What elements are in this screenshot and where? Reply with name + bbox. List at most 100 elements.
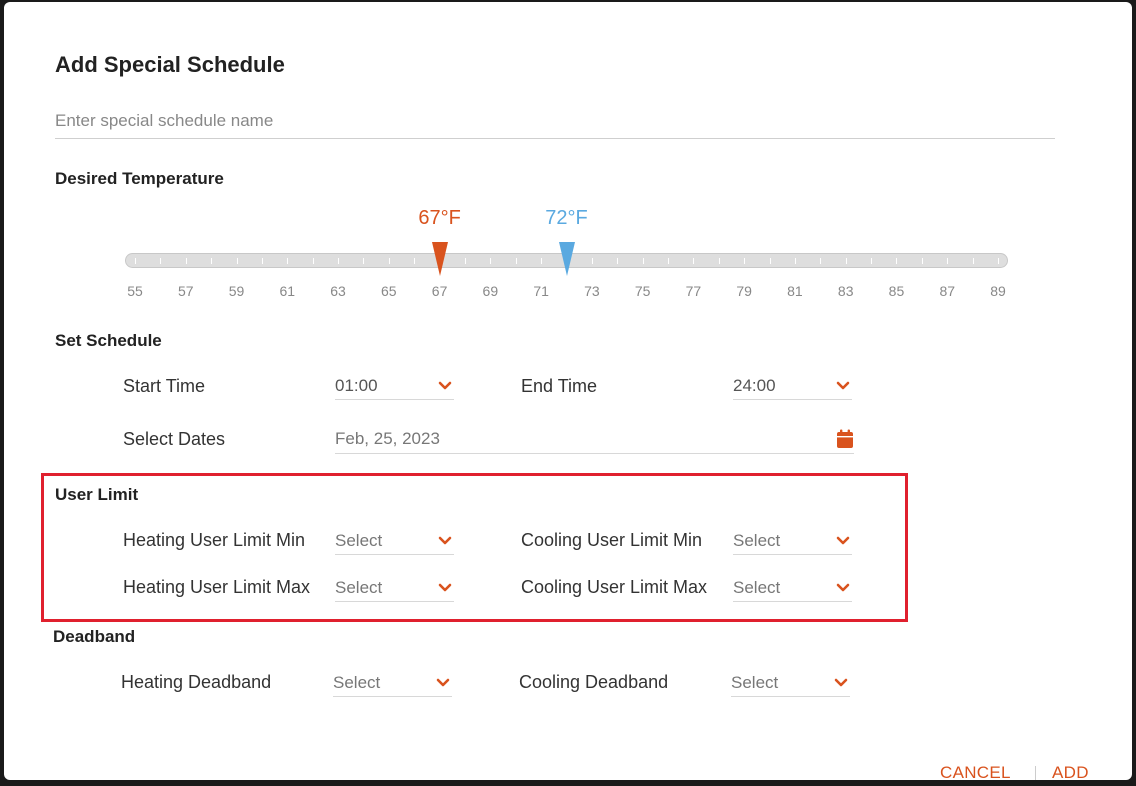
heating-deadband-label: Heating Deadband [121,672,272,692]
set-schedule-heading: Set Schedule [55,331,162,350]
heating-user-limit-max-label: Heating User Limit Max [123,577,311,597]
slider-tick [718,258,720,264]
chevron-down-icon [438,536,452,546]
end-time-value: 24:00 [733,375,776,395]
slider-tick [947,258,949,264]
slider-tick [972,258,974,264]
slider-tick-label: 81 [787,283,803,299]
slider-tick [744,258,746,264]
select-dates-field[interactable]: Feb, 25, 2023 [335,424,854,454]
heat-setpoint-handle[interactable] [431,242,448,281]
temperature-slider[interactable]: 55 57 59 61 63 65 67 69 71 73 75 77 79 81 83 85 87 89 67°F… [4,2,1132,312]
slider-tick [541,258,543,264]
cool-setpoint-handle[interactable] [558,242,575,281]
heating-user-limit-max-select[interactable]: Select [335,574,454,602]
slider-tick-label: 63 [330,283,346,299]
slider-tick [845,258,847,264]
slider-tick [185,258,187,264]
slider-tick-label: 83 [837,283,854,299]
heating-user-limit-max-value: Select [335,577,383,597]
chevron-down-icon [834,678,848,688]
slider-tick-label: 65 [381,283,397,299]
slider-tick [921,258,923,264]
user-limit-heading: User Limit [55,485,139,504]
cooling-user-limit-min-label: Cooling User Limit Min [521,530,703,550]
cancel-button[interactable]: CANCEL [940,763,1011,780]
slider-tick [135,258,136,264]
cooling-deadband-value: Select [731,672,779,692]
add-button[interactable]: ADD [1052,763,1089,780]
end-time-select[interactable]: 24:00 [733,372,852,400]
cooling-deadband-label: Cooling Deadband [519,672,669,692]
slider-tick [312,258,314,264]
chevron-down-icon [836,536,850,546]
select-dates-value: Feb, 25, 2023 [335,428,440,448]
slider-tick [338,258,340,264]
slider-tick [820,258,822,264]
cooling-user-limit-min-value: Select [733,530,781,550]
slider-tick-label: 77 [685,283,702,299]
start-time-value: 01:00 [335,375,378,395]
chevron-down-icon [436,678,450,688]
desired-temperature-heading: Desired Temperature [55,169,224,188]
cool-setpoint-label: 72°F [545,207,588,229]
slider-tick [896,258,898,264]
slider-tick [160,258,162,264]
slider-tick-label: 69 [482,283,499,299]
chevron-down-icon [836,583,850,593]
slider-tick-label: 71 [533,283,549,299]
slider-tick-label: 89 [990,283,1006,299]
heat-setpoint-label: 67°F [418,207,461,229]
slider-tick [236,258,238,264]
heating-deadband-select[interactable]: Select [333,669,452,697]
slider-tick-label: 59 [228,283,245,299]
heating-user-limit-min-label: Heating User Limit Min [123,530,306,550]
slider-tick-label: 75 [634,283,651,299]
slider-tick [871,258,873,264]
slider-tick-label: 79 [736,283,752,299]
heating-deadband-value: Select [333,672,381,692]
slider-tick [769,258,771,264]
chevron-down-icon [438,583,452,593]
slider-tick [668,258,670,264]
end-time-label: End Time [521,376,598,396]
slider-tick [617,258,619,264]
slider-tick [693,258,695,264]
slider-tick [261,258,263,264]
calendar-icon[interactable] [836,429,854,449]
slider-tick [287,258,289,264]
slider-tick [591,258,593,264]
slider-tick [642,258,644,264]
slider-tick [464,258,466,264]
footer-divider [1035,766,1036,780]
schedule-name-input[interactable] [55,109,1055,139]
add-special-schedule-dialog: Add Special Schedule Desired Temperature… [4,2,1132,780]
slider-tick-label: 85 [888,283,905,299]
dialog-title: Add Special Schedule [55,52,285,77]
cooling-user-limit-max-select[interactable]: Select [733,574,852,602]
slider-tick [515,258,517,264]
slider-tick [388,258,390,264]
slider-tick-label: 87 [939,283,956,299]
slider-tick [998,258,999,264]
cooling-user-limit-max-value: Select [733,577,781,597]
slider-tick-label: 57 [177,283,194,299]
slider-tick-label: 67 [431,283,448,299]
select-dates-label: Select Dates [123,429,226,449]
slider-tick [414,258,416,264]
deadband-heading: Deadband [53,627,136,646]
start-time-select[interactable]: 01:00 [335,372,454,400]
slider-tick-label: 55 [127,283,143,299]
cooling-user-limit-max-label: Cooling User Limit Max [521,577,708,597]
heating-user-limit-min-select[interactable]: Select [335,527,454,555]
slider-tick-label: 61 [279,283,296,299]
cooling-user-limit-min-select[interactable]: Select [733,527,852,555]
slider-tick [490,258,492,264]
slider-tick-label: 73 [584,283,600,299]
chevron-down-icon [438,381,452,391]
slider-tick [363,258,365,264]
cooling-deadband-select[interactable]: Select [731,669,850,697]
chevron-down-icon [836,381,850,391]
slider-tick [211,258,213,264]
start-time-label: Start Time [123,376,206,396]
